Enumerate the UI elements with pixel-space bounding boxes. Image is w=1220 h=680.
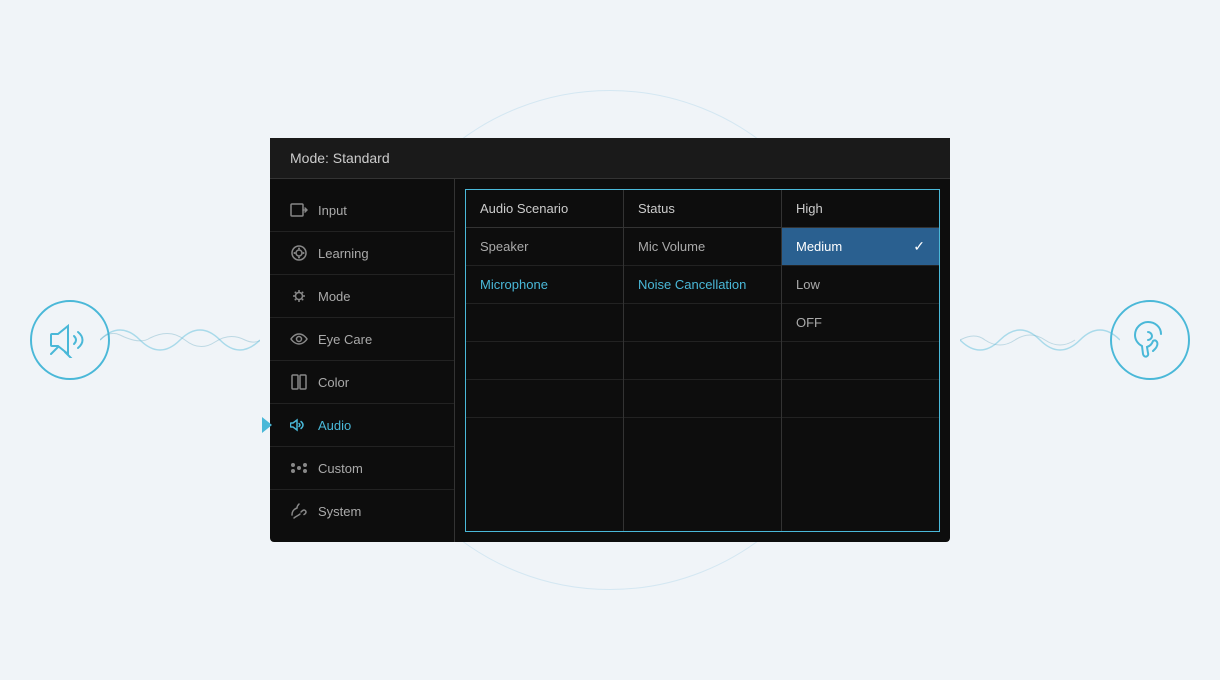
mode-label: Mode: Standard	[290, 150, 390, 166]
col2-item-4	[624, 342, 781, 380]
col2-item-noise-cancellation[interactable]: Noise Cancellation	[624, 266, 781, 304]
osd-header: Mode: Standard	[270, 138, 950, 179]
col2-item-mic-volume[interactable]: Mic Volume	[624, 228, 781, 266]
mode-icon	[290, 287, 308, 305]
sidebar-item-eye-care[interactable]: Eye Care	[270, 318, 454, 361]
col3-item-medium[interactable]: Medium ✓	[782, 228, 939, 266]
learning-icon	[290, 244, 308, 262]
column-values: High Medium ✓ Low OFF	[782, 190, 939, 531]
sidebar-arrow	[262, 417, 272, 433]
col1-header: Audio Scenario	[466, 190, 623, 228]
content-area: Audio Scenario Speaker Microphone Status…	[465, 189, 940, 532]
sidebar-item-audio[interactable]: Audio	[270, 404, 454, 447]
col3-header: High	[782, 190, 939, 228]
col1-item-3	[466, 304, 623, 342]
sidebar-label-eye-care: Eye Care	[318, 332, 372, 347]
osd-panel: Mode: Standard Input	[270, 138, 950, 542]
col3-item-low[interactable]: Low	[782, 266, 939, 304]
system-icon	[290, 502, 308, 520]
osd-body: Input Learning	[270, 179, 950, 542]
eye-care-icon	[290, 330, 308, 348]
wave-right-decoration	[960, 310, 1120, 370]
sidebar: Input Learning	[270, 179, 455, 542]
sidebar-item-learning[interactable]: Learning	[270, 232, 454, 275]
check-icon: ✓	[913, 238, 925, 255]
sidebar-item-color[interactable]: Color	[270, 361, 454, 404]
column-status: Status Mic Volume Noise Cancellation	[624, 190, 782, 531]
sidebar-label-mode: Mode	[318, 289, 351, 304]
column-audio-scenario: Audio Scenario Speaker Microphone	[466, 190, 624, 531]
sidebar-label-audio: Audio	[318, 418, 351, 433]
custom-icon	[290, 459, 308, 477]
sidebar-label-learning: Learning	[318, 246, 369, 261]
speaker-icon	[30, 300, 110, 380]
col3-item-off[interactable]: OFF	[782, 304, 939, 342]
input-icon	[290, 201, 308, 219]
sidebar-label-custom: Custom	[318, 461, 363, 476]
sidebar-item-input[interactable]: Input	[270, 189, 454, 232]
col1-item-4	[466, 342, 623, 380]
audio-icon	[290, 416, 308, 434]
color-icon	[290, 373, 308, 391]
sidebar-label-system: System	[318, 504, 361, 519]
col1-item-microphone[interactable]: Microphone	[466, 266, 623, 304]
sidebar-label-color: Color	[318, 375, 349, 390]
col1-item-5	[466, 380, 623, 418]
sidebar-item-mode[interactable]: Mode	[270, 275, 454, 318]
col2-item-6	[624, 418, 781, 456]
wave-left-decoration	[100, 310, 260, 370]
col3-item-5	[782, 380, 939, 418]
col3-item-6	[782, 418, 939, 456]
sidebar-label-input: Input	[318, 203, 347, 218]
sidebar-item-custom[interactable]: Custom	[270, 447, 454, 490]
col2-item-5	[624, 380, 781, 418]
col3-item-4	[782, 342, 939, 380]
col2-header: Status	[624, 190, 781, 228]
ear-icon	[1110, 300, 1190, 380]
col1-item-6	[466, 418, 623, 456]
col2-item-3	[624, 304, 781, 342]
sidebar-item-system[interactable]: System	[270, 490, 454, 532]
col1-item-speaker[interactable]: Speaker	[466, 228, 623, 266]
